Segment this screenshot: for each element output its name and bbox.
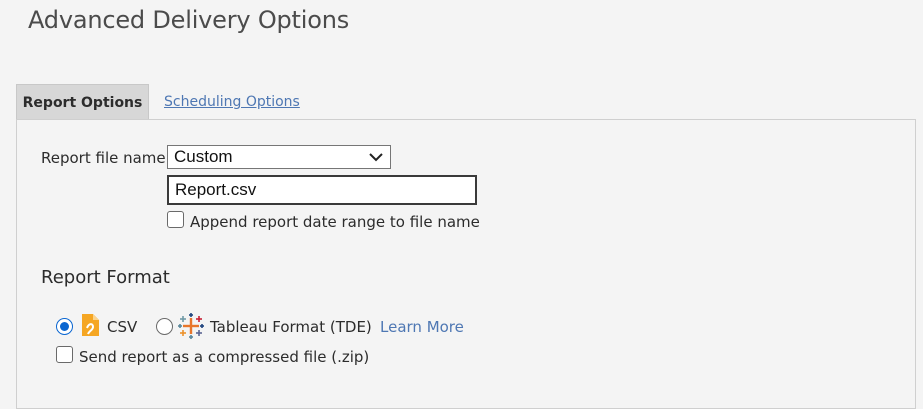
append-date-range-checkbox[interactable] bbox=[167, 211, 184, 228]
compressed-file-label: Send report as a compressed file (.zip) bbox=[79, 348, 370, 366]
tab-report-options[interactable]: Report Options bbox=[16, 84, 149, 120]
tab-bar: Report Options Scheduling Options bbox=[16, 84, 314, 120]
report-format-heading: Report Format bbox=[41, 267, 170, 288]
file-name-input[interactable]: Report.csv bbox=[167, 175, 477, 205]
file-name-mode-select[interactable]: Custom bbox=[167, 145, 391, 169]
compressed-file-checkbox[interactable] bbox=[56, 346, 73, 363]
chevron-down-icon bbox=[369, 153, 383, 162]
tab-scheduling-options[interactable]: Scheduling Options bbox=[149, 84, 314, 120]
page-title: Advanced Delivery Options bbox=[28, 6, 350, 34]
report-options-panel: Report file name: Custom Report.csv Appe… bbox=[16, 119, 916, 409]
report-file-name-label: Report file name: bbox=[41, 149, 171, 167]
csv-label: CSV bbox=[107, 318, 138, 336]
learn-more-link[interactable]: Learn More bbox=[380, 318, 464, 336]
tableau-label: Tableau Format (TDE) bbox=[210, 318, 372, 336]
tableau-radio[interactable] bbox=[156, 318, 173, 335]
append-date-range-label: Append report date range to file name bbox=[190, 213, 480, 231]
csv-radio[interactable] bbox=[56, 318, 73, 335]
tableau-icon bbox=[178, 313, 204, 339]
file-name-mode-value: Custom bbox=[174, 147, 233, 166]
csv-file-icon bbox=[82, 314, 99, 336]
